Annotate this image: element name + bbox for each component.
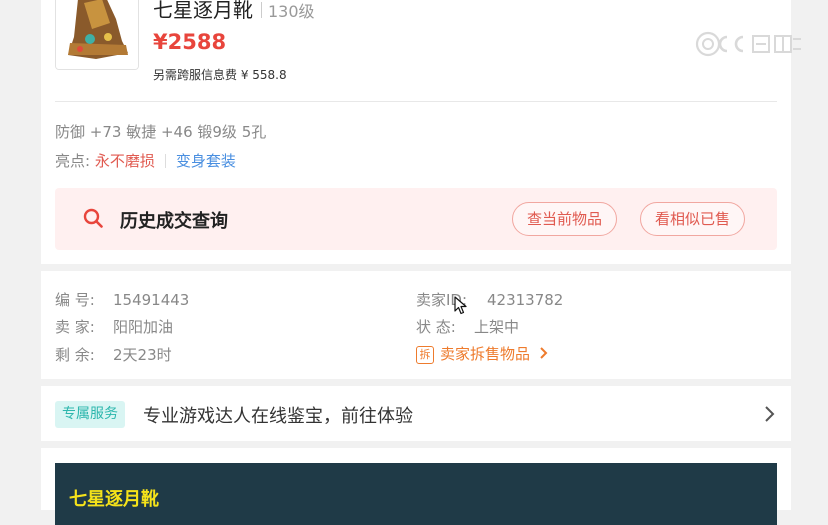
remaining-value: 2天23时 — [113, 346, 172, 364]
highlight-never-wear: 永不磨损 — [94, 152, 155, 170]
item-level: 130级 — [268, 2, 315, 21]
chevron-right-icon — [540, 347, 548, 359]
seller-id-label: 卖家ID: — [416, 291, 468, 309]
listing-id-row: 编 号: 15491443 — [55, 289, 189, 310]
seller-row: 卖 家: 阳阳加油 — [55, 316, 173, 337]
highlight-transform-set[interactable]: 变身套装 — [176, 152, 236, 170]
listing-info-card: 编 号: 15491443 卖 家: 阳阳加油 剩 余: 2天23时 卖家ID: 423… — [41, 271, 791, 379]
mouse-cursor — [454, 296, 467, 315]
seller-label: 卖 家: — [55, 318, 95, 336]
item-attributes: 防御 +73 敏捷 +46 锻9级 5孔 — [55, 123, 267, 141]
search-icon — [83, 208, 103, 228]
history-title: 历史成交查询 — [120, 211, 228, 232]
split-items-label: 卖家拆售物品 — [440, 345, 531, 363]
exclusive-service-row[interactable]: 专属服务 专业游戏达人在线鉴宝，前往体验 — [41, 386, 791, 441]
split-icon: 拆 — [416, 346, 434, 364]
listing-id-value: 15491443 — [113, 291, 190, 309]
banner-title: 七星逐月靴 — [69, 489, 159, 510]
service-description: 专业游戏达人在线鉴宝，前往体验 — [143, 406, 413, 427]
status-label: 状 态: — [416, 318, 456, 336]
exclusive-service-badge: 专属服务 — [55, 401, 125, 428]
item-title: 七星逐月靴 130级 — [153, 0, 315, 23]
item-thumbnail[interactable] — [55, 0, 139, 70]
seller-name: 阳阳加油 — [113, 318, 174, 336]
status-row: 状 态: 上架中 — [416, 316, 519, 337]
seller-split-items-link[interactable]: 拆卖家拆售物品 — [416, 343, 550, 364]
seller-id-row: 卖家ID: 42313782 — [416, 289, 563, 310]
item-banner: 七星逐月靴 — [55, 463, 777, 525]
seller-id-value: 42313782 — [487, 291, 564, 309]
check-current-item-button[interactable]: 查当前物品 — [512, 202, 618, 236]
view-similar-sold-button[interactable]: 看相似已售 — [640, 202, 746, 236]
listing-id-label: 编 号: — [55, 291, 95, 309]
title-divider — [261, 2, 262, 18]
history-query-bar: 历史成交查询 查当前物品 看相似已售 — [55, 188, 777, 250]
remaining-label: 剩 余: — [55, 346, 95, 364]
item-price: ¥2588 — [153, 30, 227, 54]
item-detail-card: 七星逐月靴 — [41, 448, 791, 525]
item-name: 七星逐月靴 — [153, 0, 253, 22]
item-card: 七星逐月靴 130级 ¥2588 另需跨服信息费 ¥ 558.8 防御 +73 敏… — [41, 0, 791, 264]
status-value: 上架中 — [474, 318, 520, 336]
remaining-time-row: 剩 余: 2天23时 — [55, 344, 172, 365]
cross-server-fee: 另需跨服信息费 ¥ 558.8 — [153, 68, 287, 82]
watermark-logo — [695, 31, 801, 57]
highlight-separator — [164, 154, 166, 168]
chevron-right-icon — [765, 406, 775, 422]
item-highlights: 亮点: 永不磨损 变身套装 — [55, 150, 236, 171]
divider — [55, 101, 777, 102]
highlights-label: 亮点: — [55, 152, 91, 170]
